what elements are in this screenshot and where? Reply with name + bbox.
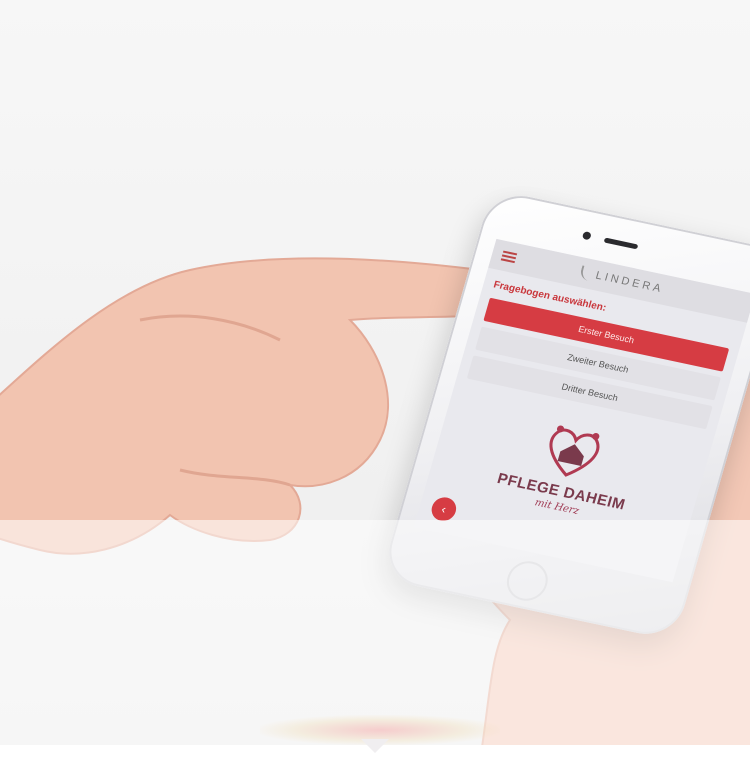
photo: LINDERA Fragebogen auswählen: Erster Bes… [0,0,750,745]
leaf-icon [578,265,594,282]
heart-house-family-icon [549,425,600,477]
fade-overlay [0,520,750,745]
earpiece [603,237,639,250]
front-camera [581,230,592,241]
scroll-down-caret[interactable] [361,739,389,753]
hamburger-menu-icon[interactable] [500,250,518,264]
chevron-left-icon: ‹ [439,502,448,517]
